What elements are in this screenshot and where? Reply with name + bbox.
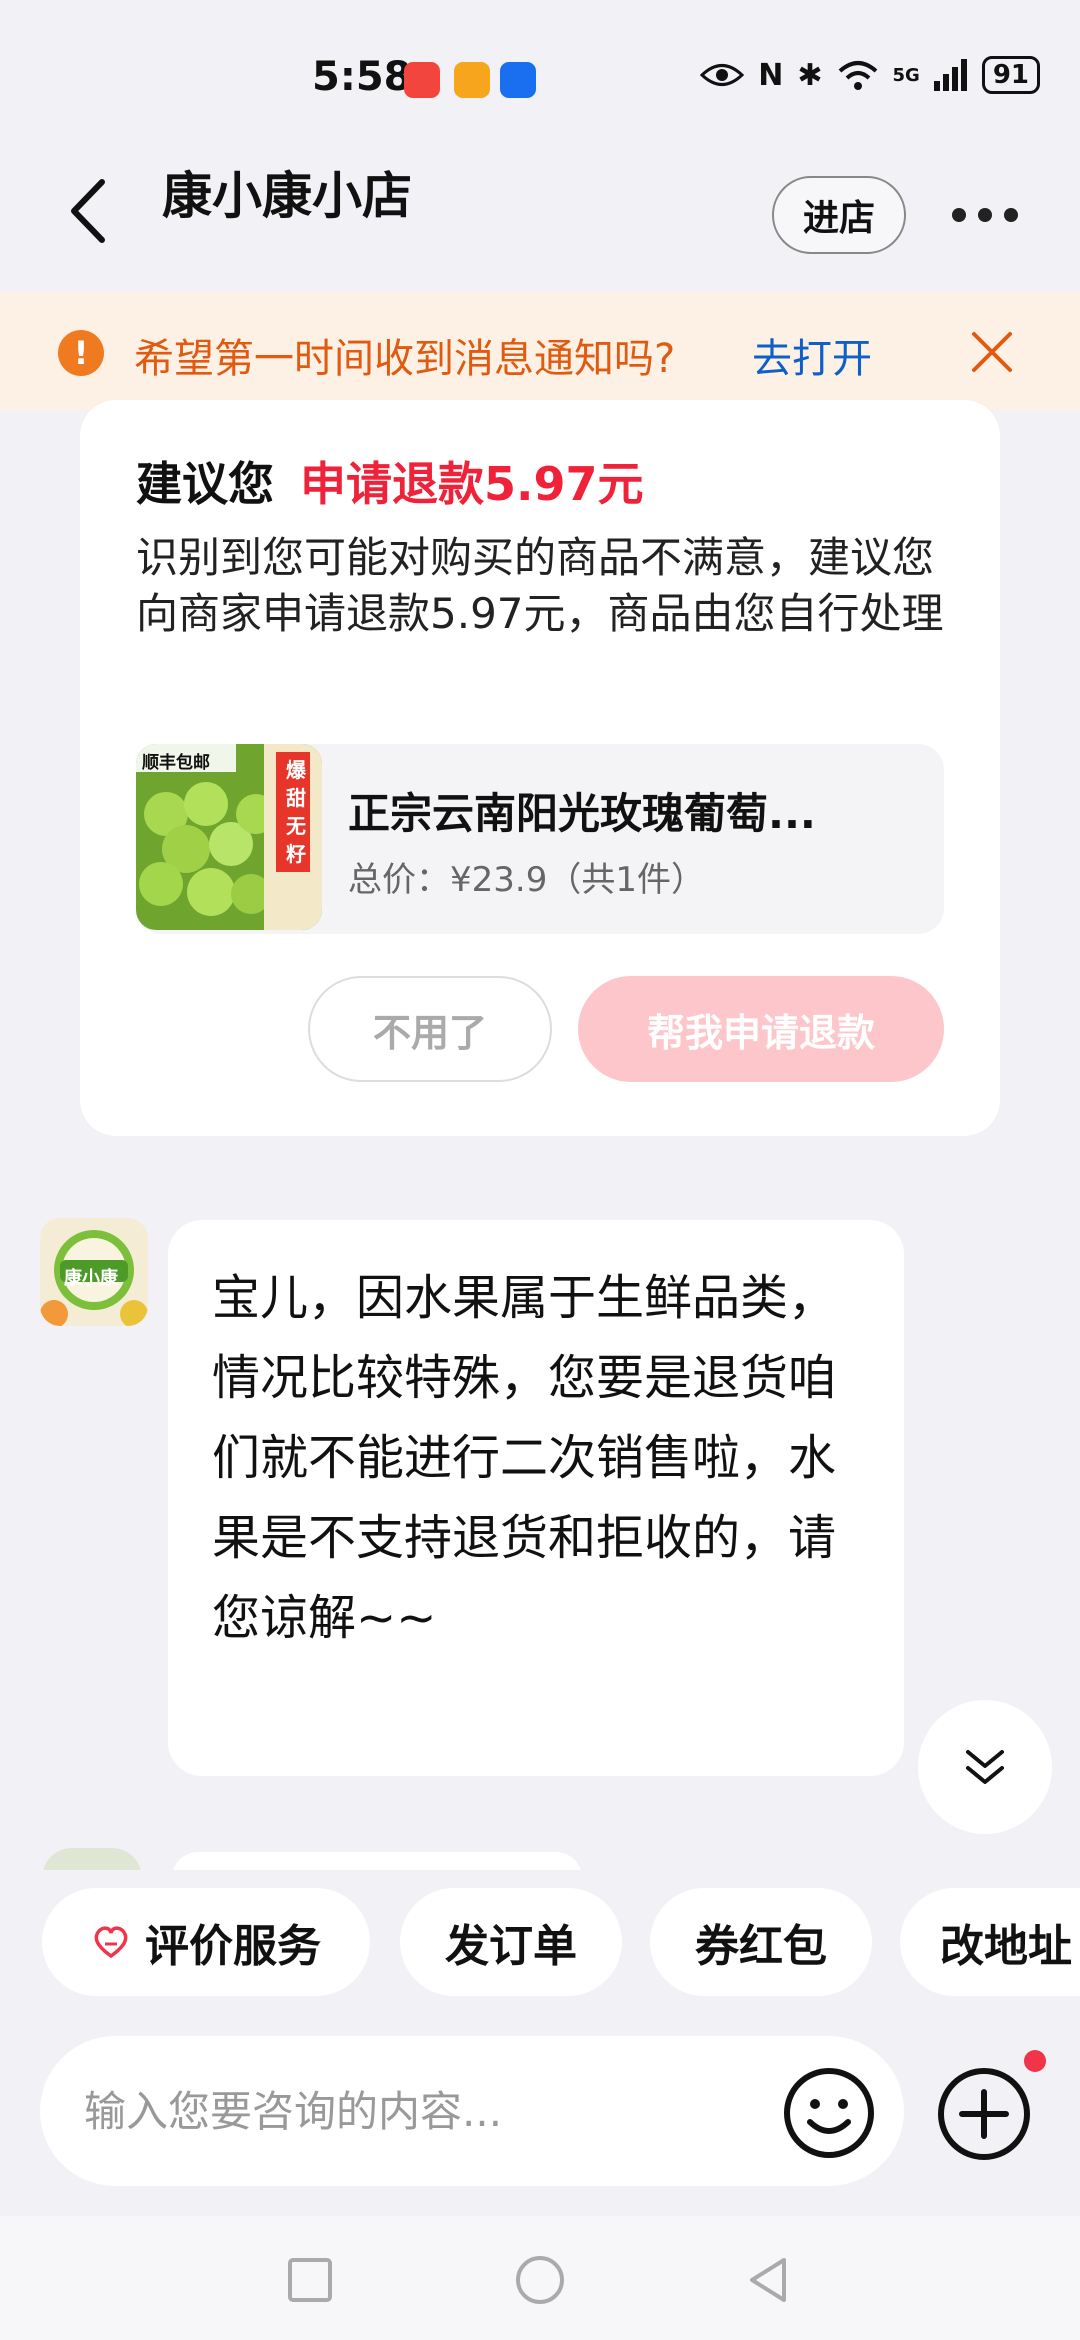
chip-label: 发订单	[445, 1921, 577, 1972]
enable-notification-link[interactable]: 去打开	[752, 326, 872, 384]
product-image-badge: 顺丰包邮	[142, 753, 210, 773]
rate-service-chip[interactable]: 评价服务	[42, 1888, 370, 1996]
send-order-chip[interactable]: 发订单	[400, 1888, 622, 1996]
app-notification-icon	[404, 62, 440, 98]
product-name[interactable]: 正宗云南阳光玫瑰葡萄...	[348, 780, 816, 841]
change-address-chip[interactable]: 改地址	[900, 1888, 1080, 1996]
nfc-icon: N	[758, 57, 784, 93]
product-price: 总价：¥23.9（共1件）	[348, 860, 705, 900]
status-time: 5:58	[312, 54, 412, 100]
back-icon[interactable]	[66, 178, 110, 244]
scroll-to-bottom-button[interactable]	[918, 1700, 1052, 1834]
recent-apps-icon[interactable]	[282, 2252, 338, 2308]
refund-description: 识别到您可能对购买的商品不满意，建议您向商家申请退款5.97元，商品由您自行处理	[136, 533, 944, 638]
message-input[interactable]	[84, 2074, 724, 2148]
alert-icon: !	[58, 330, 104, 376]
enter-shop-button[interactable]: 进店	[772, 176, 906, 254]
avatar-label: 康小康	[64, 1268, 118, 1289]
refund-amount-title: 申请退款5.97元	[300, 457, 644, 511]
back-nav-icon[interactable]	[742, 2252, 798, 2308]
decline-button[interactable]: 不用了	[308, 976, 552, 1082]
network-label: 5G	[892, 64, 920, 86]
status-icons: N ✱ 5G 91	[700, 56, 1040, 94]
eye-icon	[700, 64, 745, 86]
notification-text: 希望第一时间收到消息通知吗?	[134, 336, 676, 382]
battery-indicator: 91	[981, 56, 1040, 94]
notification-dot	[1024, 2050, 1046, 2072]
more-icon[interactable]	[952, 198, 1022, 232]
wifi-icon	[838, 61, 877, 90]
page-title: 康小康小店	[162, 167, 412, 225]
refund-title: 建议您	[136, 457, 274, 511]
home-icon[interactable]	[512, 2252, 568, 2308]
double-chevron-down-icon	[966, 1750, 1004, 1784]
chip-label: 评价服务	[145, 1921, 321, 1972]
emoji-icon[interactable]	[782, 2066, 876, 2160]
plus-icon[interactable]	[934, 2064, 1034, 2164]
chip-label: 券红包	[695, 1921, 827, 1972]
product-image-label: 爆甜无籽	[286, 758, 306, 866]
heart-icon	[94, 1926, 128, 1959]
app-notification-icon	[500, 62, 536, 98]
message-text: 宝儿，因水果属于生鲜品类，情况比较特殊，您要是退货咱们就不能进行二次销售啦，水果…	[212, 1270, 837, 1646]
app-notification-icon	[454, 62, 490, 98]
close-icon[interactable]	[966, 326, 1018, 378]
bluetooth-icon: ✱	[797, 57, 823, 93]
coupon-chip[interactable]: 券红包	[650, 1888, 872, 1996]
signal-icon	[933, 59, 967, 91]
apply-refund-button[interactable]: 帮我申请退款	[578, 976, 944, 1082]
chip-label: 改地址	[940, 1921, 1072, 1972]
